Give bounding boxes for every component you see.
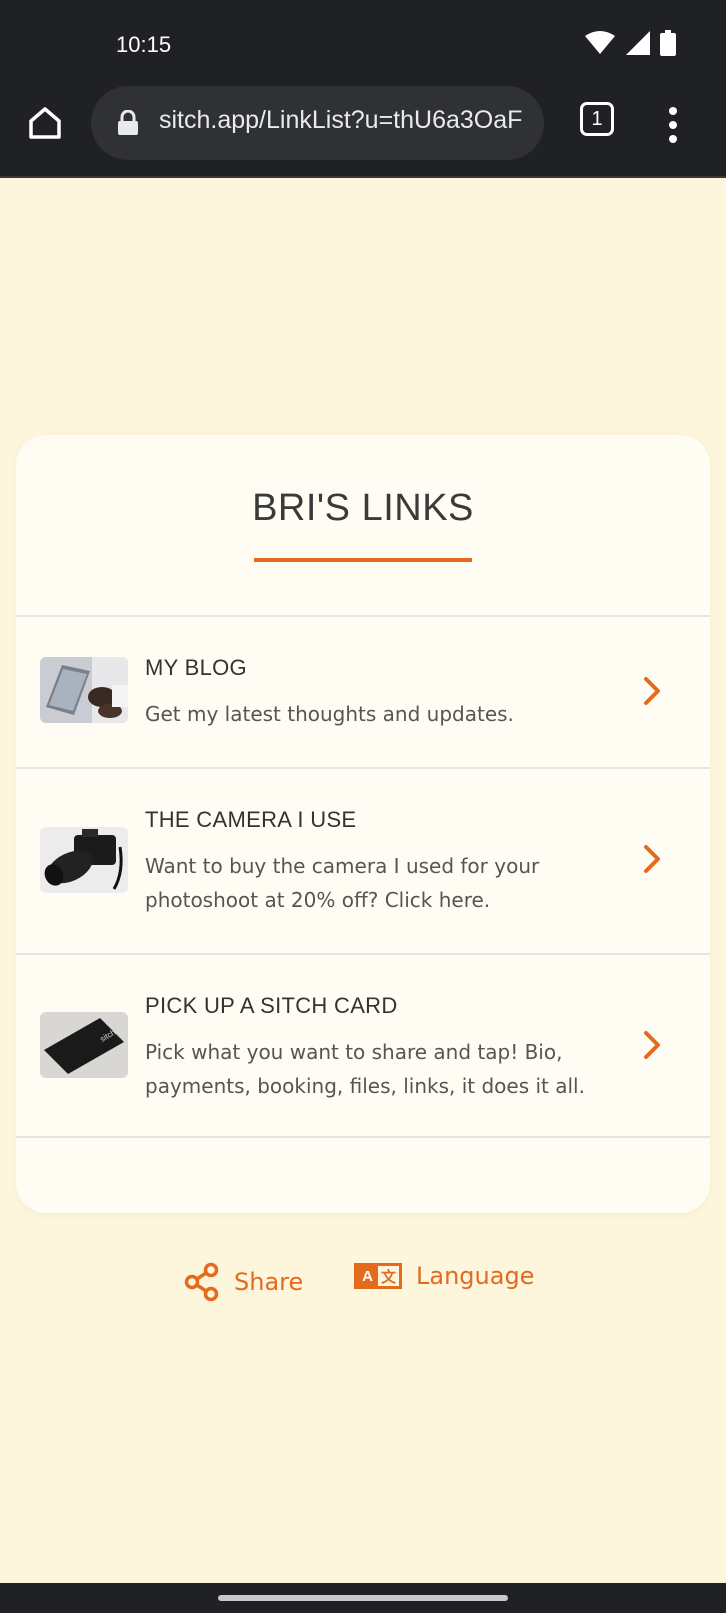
link-title: PICK UP A SITCH CARD — [145, 993, 398, 1018]
tab-switcher-button[interactable]: 1 — [580, 102, 614, 136]
chevron-right-icon — [644, 845, 660, 873]
chevron-right-icon — [644, 1031, 660, 1059]
home-icon — [29, 107, 61, 139]
page-title: BRI'S LINKS — [252, 487, 474, 529]
sitch-card-thumbnail: sitch — [40, 1012, 128, 1078]
link-item-camera[interactable]: THE CAMERA I USE Want to buy the camera … — [16, 769, 710, 953]
footer-actions: Share A 文 Language — [0, 1262, 726, 1306]
link-title: THE CAMERA I USE — [145, 807, 357, 832]
link-list-card: BRI'S LINKS MY BLOG Get my latest though… — [16, 435, 710, 1213]
home-gesture-handle[interactable] — [218, 1595, 508, 1601]
navigation-bar — [0, 1583, 726, 1613]
share-label: Share — [234, 1268, 304, 1296]
address-bar[interactable]: sitch.app/LinkList?u=thU6a3OaF — [91, 86, 544, 160]
signal-icon — [626, 31, 650, 55]
battery-icon — [660, 30, 676, 56]
title-underline — [254, 558, 472, 562]
camera-thumbnail — [40, 827, 128, 893]
divider — [16, 1136, 710, 1138]
menu-dot-icon — [669, 135, 677, 143]
home-button[interactable] — [22, 100, 68, 146]
status-time: 10:15 — [116, 32, 172, 57]
wifi-icon — [585, 31, 615, 54]
link-description: Want to buy the camera I used for your p… — [145, 854, 540, 912]
language-label: Language — [416, 1262, 535, 1290]
share-button[interactable]: Share — [184, 1262, 303, 1302]
menu-dot-icon — [669, 107, 677, 115]
browser-toolbar: sitch.app/LinkList?u=thU6a3OaF 1 — [0, 86, 726, 178]
url-text: sitch.app/LinkList?u=thU6a3OaF — [159, 106, 523, 134]
more-options-button[interactable] — [660, 100, 686, 150]
link-item-sitch-card[interactable]: sitch PICK UP A SITCH CARD Pick what you… — [16, 955, 710, 1139]
status-bar: 10:15 — [0, 0, 726, 90]
lock-icon — [118, 110, 138, 135]
status-icons — [584, 30, 676, 56]
share-icon — [184, 1262, 219, 1302]
translate-icon: A 文 — [354, 1263, 402, 1289]
link-description: Pick what you want to share and tap! Bio… — [145, 1040, 585, 1098]
menu-dot-icon — [669, 121, 677, 129]
laptop-thumbnail — [40, 657, 128, 723]
link-title: MY BLOG — [145, 655, 247, 680]
chevron-right-icon — [644, 677, 660, 705]
link-item-my-blog[interactable]: MY BLOG Get my latest thoughts and updat… — [16, 617, 710, 767]
link-description: Get my latest thoughts and updates. — [145, 702, 514, 726]
language-button[interactable]: A 文 Language — [354, 1262, 534, 1290]
